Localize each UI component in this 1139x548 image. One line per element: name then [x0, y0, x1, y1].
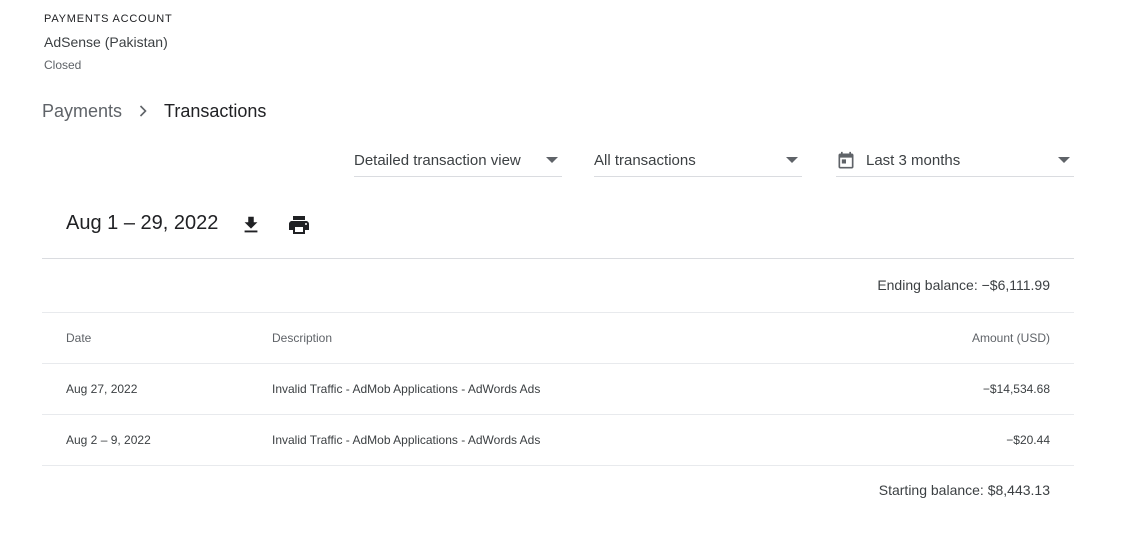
row-date: Aug 27, 2022 — [66, 382, 138, 396]
period-bar: Aug 1 – 29, 2022 — [42, 200, 1074, 259]
table-header-row: Date Description Amount (USD) — [42, 312, 1074, 363]
account-status: Closed — [44, 58, 82, 72]
transaction-type-select[interactable]: All transactions — [594, 145, 802, 177]
column-header-date: Date — [66, 331, 92, 345]
column-header-description: Description — [272, 331, 333, 345]
download-button[interactable] — [239, 213, 263, 237]
breadcrumb: Payments Transactions — [42, 100, 266, 122]
transaction-type-value: All transactions — [594, 152, 696, 169]
ending-balance: Ending balance: −$6,111.99 — [877, 277, 1050, 293]
row-amount: −$14,534.68 — [982, 382, 1050, 396]
payments-account-header: PAYMENTS ACCOUNT AdSense (Pakistan) Clos… — [44, 13, 173, 72]
starting-balance: Starting balance: $8,443.13 — [878, 482, 1050, 498]
row-date: Aug 2 – 9, 2022 — [66, 433, 151, 447]
caret-down-icon — [1058, 157, 1070, 163]
date-range-value: Last 3 months — [866, 152, 961, 169]
period-title: Aug 1 – 29, 2022 — [66, 212, 219, 234]
calendar-icon — [836, 151, 856, 171]
download-icon — [244, 216, 258, 233]
chevron-right-icon — [138, 100, 148, 122]
breadcrumb-payments-link[interactable]: Payments — [42, 101, 122, 122]
column-header-amount: Amount (USD) — [971, 331, 1050, 345]
transactions-table: Date Description Amount (USD) Aug 27, 20… — [42, 312, 1074, 466]
account-name: AdSense (Pakistan) — [44, 34, 168, 50]
account-section-label: PAYMENTS ACCOUNT — [44, 13, 173, 25]
row-description: Invalid Traffic - AdMob Applications - A… — [272, 382, 541, 396]
page: PAYMENTS ACCOUNT AdSense (Pakistan) Clos… — [0, 0, 1139, 548]
print-icon — [289, 216, 309, 234]
caret-down-icon — [786, 157, 798, 163]
transaction-view-value: Detailed transaction view — [354, 152, 521, 169]
row-description: Invalid Traffic - AdMob Applications - A… — [272, 433, 541, 447]
date-range-select[interactable]: Last 3 months — [836, 145, 1074, 177]
breadcrumb-current-page: Transactions — [164, 100, 267, 121]
print-button[interactable] — [287, 213, 311, 237]
table-row: Aug 2 – 9, 2022 Invalid Traffic - AdMob … — [42, 414, 1074, 466]
table-row: Aug 27, 2022 Invalid Traffic - AdMob App… — [42, 363, 1074, 414]
caret-down-icon — [546, 157, 558, 163]
row-amount: −$20.44 — [1006, 433, 1050, 447]
transaction-view-select[interactable]: Detailed transaction view — [354, 145, 562, 177]
